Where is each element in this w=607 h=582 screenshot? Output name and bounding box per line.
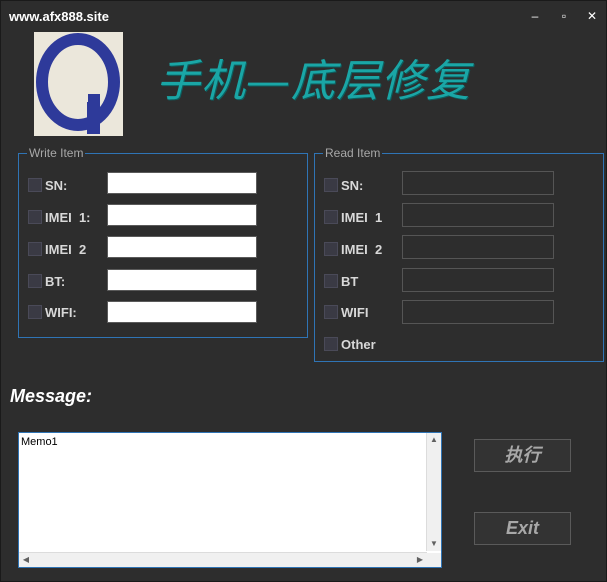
write-sn-label: SN:	[45, 178, 68, 193]
q-logo-icon	[34, 32, 123, 136]
read-item-title: Read Item	[323, 146, 383, 160]
memo-text: Memo1	[21, 436, 58, 448]
scrollbar-corner	[427, 553, 441, 567]
write-imei2-checkbox[interactable]	[28, 242, 42, 256]
memo-horizontal-scrollbar[interactable]: ◀ ▶	[19, 552, 427, 567]
scroll-left-icon[interactable]: ◀	[19, 553, 33, 567]
window-title: www.afx888.site	[9, 9, 109, 24]
title-bar[interactable]: www.afx888.site – ▫ ✕	[1, 1, 606, 31]
close-button[interactable]: ✕	[578, 7, 606, 25]
read-other-checkbox[interactable]	[324, 337, 338, 351]
write-imei1-label: IMEI 1:	[45, 210, 91, 225]
execute-button[interactable]: 执行	[474, 439, 571, 472]
minimize-button[interactable]: –	[521, 7, 549, 25]
write-imei2-input[interactable]	[107, 236, 257, 258]
read-imei2-label: IMEI 2	[341, 242, 383, 257]
read-sn-checkbox[interactable]	[324, 178, 338, 192]
write-bt-checkbox[interactable]	[28, 274, 42, 288]
read-imei1-checkbox[interactable]	[324, 210, 338, 224]
write-imei2-label: IMEI 2	[45, 242, 87, 257]
brand-title: 手机—底层修复	[156, 56, 471, 107]
write-bt-input[interactable]	[107, 269, 257, 291]
read-imei2-checkbox[interactable]	[324, 242, 338, 256]
write-sn-checkbox[interactable]	[28, 178, 42, 192]
scroll-up-icon[interactable]: ▲	[427, 433, 441, 447]
write-wifi-input[interactable]	[107, 301, 257, 323]
write-item-title: Write Item	[27, 146, 86, 160]
write-sn-input[interactable]	[107, 172, 257, 194]
write-bt-label: BT:	[45, 274, 66, 289]
read-imei2-field[interactable]	[402, 235, 554, 259]
scroll-down-icon[interactable]: ▼	[427, 537, 441, 551]
write-wifi-label: WIFI:	[45, 305, 77, 320]
read-wifi-label: WIFI	[341, 305, 369, 320]
message-label: Message:	[10, 386, 93, 406]
write-imei1-input[interactable]	[107, 204, 257, 226]
read-other-label: Other	[341, 337, 376, 352]
read-imei1-field[interactable]	[402, 203, 554, 227]
read-bt-checkbox[interactable]	[324, 274, 338, 288]
read-wifi-checkbox[interactable]	[324, 305, 338, 319]
read-item-group: Read Item SN: IMEI 1 IMEI 2 BT WIFI Othe…	[314, 146, 604, 362]
maximize-button[interactable]: ▫	[550, 7, 578, 25]
memo-box[interactable]: Memo1 ▲ ▼ ◀ ▶	[18, 432, 442, 568]
read-sn-label: SN:	[341, 178, 364, 193]
write-imei1-checkbox[interactable]	[28, 210, 42, 224]
memo-vertical-scrollbar[interactable]: ▲ ▼	[426, 433, 441, 551]
scroll-right-icon[interactable]: ▶	[413, 553, 427, 567]
read-imei1-label: IMEI 1	[341, 210, 383, 225]
write-item-group: Write Item SN: IMEI 1: IMEI 2 BT: WIFI:	[18, 146, 308, 338]
read-sn-field[interactable]	[402, 171, 554, 195]
app-window: www.afx888.site – ▫ ✕ 手机—底层修复 Write Item…	[0, 0, 607, 582]
write-wifi-checkbox[interactable]	[28, 305, 42, 319]
read-wifi-field[interactable]	[402, 300, 554, 324]
read-bt-field[interactable]	[402, 268, 554, 292]
read-bt-label: BT	[341, 274, 359, 289]
exit-button[interactable]: Exit	[474, 512, 571, 545]
